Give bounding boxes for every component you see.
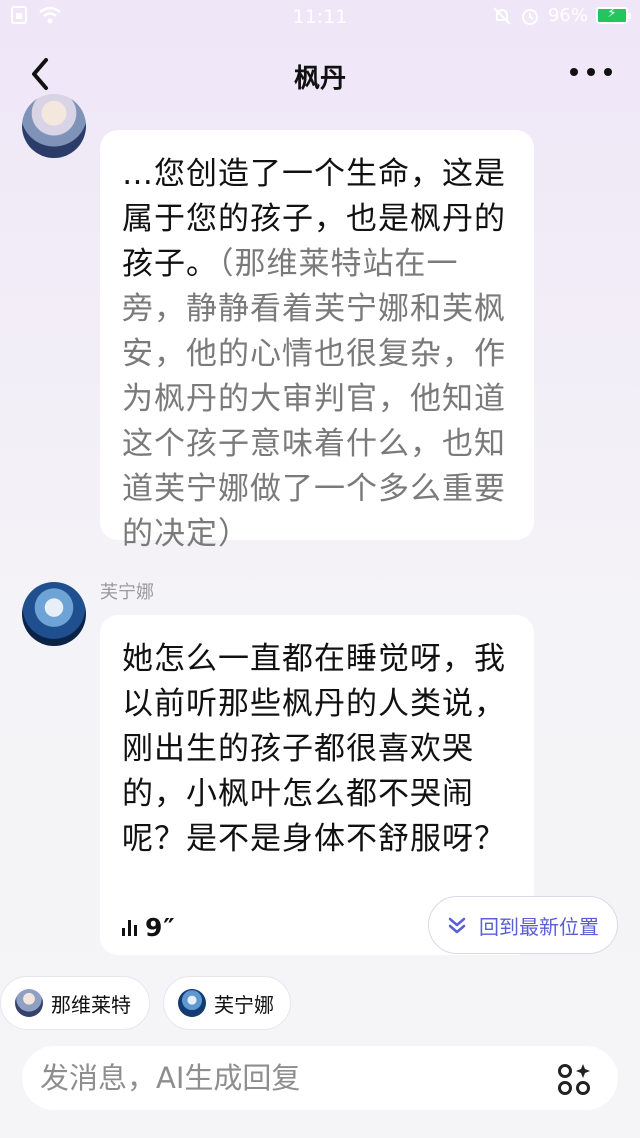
double-chevron-down-icon [448, 917, 466, 934]
page-title: 枫丹 [293, 64, 346, 94]
status-bar: 11:11 96% ⚡ [0, 0, 640, 34]
dot-icon [587, 68, 595, 76]
battery-icon: ⚡ [596, 6, 631, 24]
nav-bar: 枫丹 [0, 44, 640, 106]
jump-to-latest-label: 回到最新位置 [479, 914, 599, 939]
message-narration-text: （那维莱特站在一旁，静静看着芙宁娜和芙枫安，他的心情也很复杂，作为枫丹的大审判官… [122, 246, 506, 552]
avatar[interactable] [22, 94, 86, 158]
dot-icon [604, 68, 612, 76]
avatar [15, 989, 43, 1017]
battery-percent: 96% [547, 5, 588, 26]
character-chip-neuvillette[interactable]: 那维莱特 [0, 976, 150, 1030]
status-right-icons: 96% ⚡ [492, 5, 631, 26]
apps-sparkle-icon [558, 1064, 590, 1095]
avatar[interactable] [22, 582, 86, 646]
message-input[interactable] [40, 1054, 540, 1102]
voice-wave-icon [122, 919, 137, 936]
mute-icon [493, 6, 511, 25]
message-bubble[interactable]: …您创造了一个生命，这是属于您的孩子，也是枫丹的孩子。（那维莱特站在一旁，静静看… [100, 130, 534, 552]
dot-icon [570, 68, 578, 76]
more-options-button[interactable] [570, 68, 612, 76]
voice-play-button[interactable]: 9″ [122, 905, 176, 950]
alarm-icon [521, 8, 538, 25]
character-chip-label: 芙宁娜 [214, 992, 274, 1017]
message-text: 她怎么一直都在睡觉呀，我以前听那些枫丹的人类说，刚出生的孩子都很喜欢哭的，小枫叶… [122, 641, 506, 857]
message-input-bar [22, 1046, 618, 1110]
character-chip-label: 那维莱特 [51, 992, 131, 1017]
jump-to-latest-button[interactable]: 回到最新位置 [428, 896, 618, 954]
character-chip-furina[interactable]: 芙宁娜 [163, 976, 291, 1030]
voice-duration: 9″ [145, 913, 176, 942]
sender-name: 芙宁娜 [100, 582, 154, 603]
avatar [178, 989, 206, 1017]
tools-button[interactable] [556, 1061, 592, 1097]
